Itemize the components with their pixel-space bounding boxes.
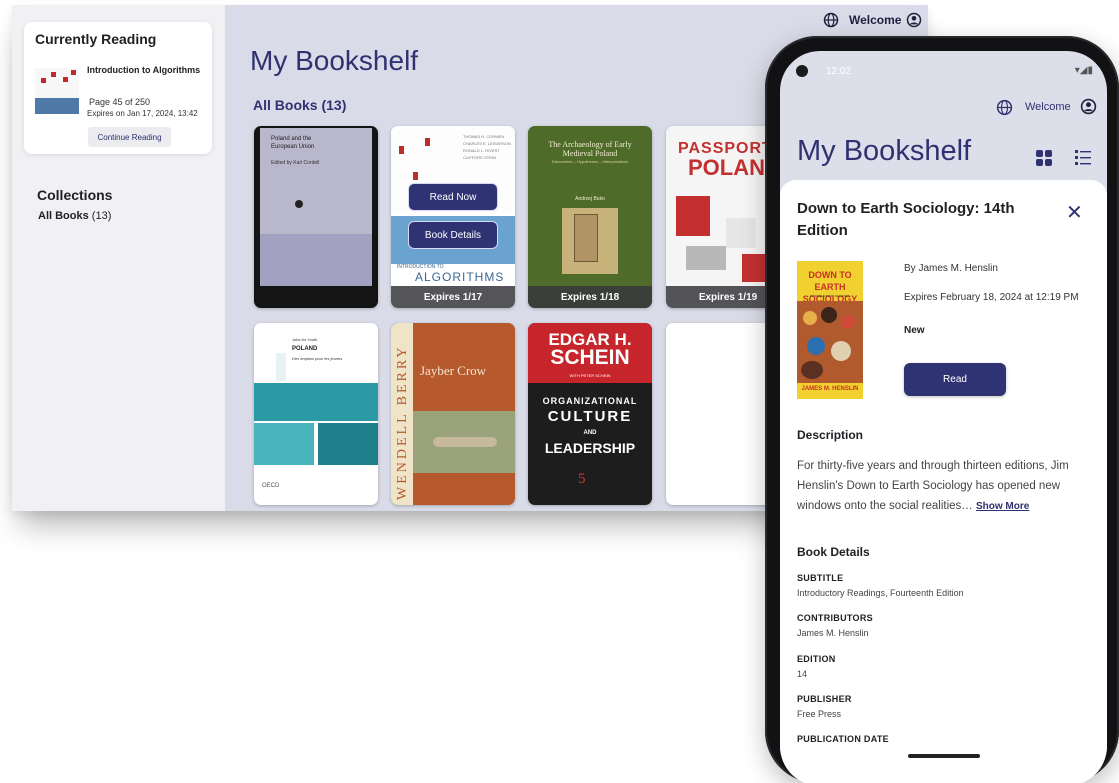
collection-item-label: All Books xyxy=(38,210,89,222)
detail-label-contributors: CONTRIBUTORS xyxy=(797,613,873,623)
status-time: 12:02 xyxy=(826,66,852,77)
sidebar: Currently Reading Introduction to Algori… xyxy=(12,5,225,511)
book-cover-edition: 5 xyxy=(578,471,586,487)
welcome-label[interactable]: Welcome xyxy=(849,13,901,27)
currently-reading-title: Introduction to Algorithms xyxy=(87,65,201,75)
grid-view-icon[interactable] xyxy=(1034,148,1054,168)
book-cover-author: Andrzej Buko xyxy=(575,196,605,202)
user-circle-icon[interactable] xyxy=(1080,98,1097,115)
book-card[interactable]: The Archaeology of Early Medieval Poland… xyxy=(528,126,652,308)
close-icon[interactable]: ✕ xyxy=(1066,200,1083,225)
book-cover-subtitle: Discoveries – Hypotheses – Interpretatio… xyxy=(551,159,629,164)
stage: Currently Reading Introduction to Algori… xyxy=(0,0,1119,783)
currently-reading-heading: Currently Reading xyxy=(35,31,157,47)
phone-device: 12:02 ▾◢▮ Welcome My Bookshelf Down to E… xyxy=(765,36,1119,783)
expires-badge: Expires 1/18 xyxy=(528,286,652,308)
currently-reading-cover[interactable] xyxy=(35,68,79,114)
book-cover-title: AND xyxy=(583,430,597,436)
book-cover-line: Jobs for Youth xyxy=(292,337,318,342)
book-details-cover: DOWN TO EARTH SOCIOLOGY INTRODUCTORY REA… xyxy=(797,261,863,399)
detail-value-edition: 14 xyxy=(797,669,808,679)
show-more-link[interactable]: Show More xyxy=(976,501,1029,512)
description-text: For thirty-five years and through thirte… xyxy=(797,456,1093,517)
book-cover-subtitle: INTRODUCTORY READINGS xyxy=(809,294,851,298)
list-view-icon[interactable] xyxy=(1073,147,1093,167)
book-card[interactable]: THOMAS H. CORMEN CHARLES E. LEISERSON RONA… xyxy=(391,126,515,308)
book-cover-title: LEADERSHIP xyxy=(544,440,636,456)
currently-reading-page: Page 45 of 250 xyxy=(89,97,151,107)
read-now-button[interactable]: Read Now xyxy=(408,183,498,211)
detail-value-publisher: Free Press xyxy=(797,709,842,719)
book-card[interactable]: WENDELL BERRY Jayber Crow xyxy=(391,323,515,505)
read-button[interactable]: Read xyxy=(904,363,1006,396)
book-cover-title: Poland and the European Union xyxy=(271,136,315,150)
book-cover-author: WENDELL BERRY xyxy=(395,344,410,500)
detail-label-subtitle: SUBTITLE xyxy=(797,573,844,583)
new-badge: New xyxy=(904,325,925,336)
collections-heading: Collections xyxy=(37,187,113,203)
currently-reading-expires: Expires on Jan 17, 2024, 13:42 xyxy=(87,109,198,118)
detail-value-contributors: James M. Henslin xyxy=(797,628,869,638)
phone-screen: 12:02 ▾◢▮ Welcome My Bookshelf Down to E… xyxy=(780,51,1107,783)
detail-label-edition: EDITION xyxy=(797,654,836,664)
book-card[interactable]: EDGAR H. SCHEIN WITH PETER SCHEIN ORGANI… xyxy=(528,323,652,505)
home-indicator[interactable] xyxy=(908,754,980,758)
book-cover-title: POLAND xyxy=(292,346,318,352)
currently-reading-card: Currently Reading Introduction to Algori… xyxy=(24,22,212,154)
book-cover-title: DOWN TO EARTH SOCIOLOGY xyxy=(802,270,858,304)
detail-label-publisher: PUBLISHER xyxy=(797,694,852,704)
globe-icon[interactable] xyxy=(996,99,1013,116)
detail-label-publication-date: PUBLICATION DATE xyxy=(797,734,889,744)
book-cover-author-last: SCHEIN xyxy=(550,346,630,369)
signal-icon: ▾◢▮ xyxy=(1074,65,1093,76)
publisher-logo: OECD xyxy=(262,483,280,489)
book-cover-coauthor: WITH PETER SCHEIN xyxy=(569,373,611,378)
user-circle-icon[interactable] xyxy=(906,12,922,28)
book-details-button[interactable]: Book Details xyxy=(408,221,498,249)
page-title: My Bookshelf xyxy=(797,135,972,167)
book-cover-title: ALGORITHMS xyxy=(415,270,505,284)
globe-icon[interactable] xyxy=(823,12,839,28)
continue-reading-button[interactable]: Continue Reading xyxy=(88,127,171,147)
detail-value-subtitle: Introductory Readings, Fourteenth Editio… xyxy=(797,588,964,598)
book-cover-title: Jayber Crow xyxy=(420,363,487,378)
section-title: All Books (13) xyxy=(253,97,347,113)
book-card[interactable]: Jobs for Youth POLAND Des emplois pour l… xyxy=(254,323,378,505)
book-details-heading: Book Details xyxy=(797,545,870,559)
book-author: By James M. Henslin xyxy=(904,263,998,274)
welcome-label[interactable]: Welcome xyxy=(1025,101,1071,113)
collection-item-all-books[interactable]: All Books (13) xyxy=(38,210,111,222)
book-cover-author: JAMES M. HENSLIN xyxy=(801,386,859,392)
camera-icon xyxy=(796,65,808,77)
book-cover-title: ORGANIZATIONAL xyxy=(542,396,638,406)
book-card[interactable]: Poland and the European Union Edited by … xyxy=(254,126,378,308)
status-bar: 12:02 ▾◢▮ xyxy=(780,51,1107,83)
expires-badge: Expires 1/17 xyxy=(391,286,515,308)
book-cover-editor: Edited by Karl Cordell xyxy=(271,160,320,166)
book-expires: Expires February 18, 2024 at 12:19 PM xyxy=(904,292,1079,303)
book-cover-title: CULTURE xyxy=(547,408,633,425)
description-heading: Description xyxy=(797,428,864,442)
book-details-title: Down to Earth Sociology: 14th Edition xyxy=(797,200,1015,239)
book-details-sheet: Down to Earth Sociology: 14th Edition ✕ … xyxy=(780,180,1107,783)
collection-item-count: (13) xyxy=(91,210,112,222)
book-cover-title: The Archaeology of Early Medieval Poland xyxy=(548,140,632,158)
book-cover-subtitle: Des emplois pour les jeunes xyxy=(292,356,343,361)
page-title: My Bookshelf xyxy=(250,45,419,76)
